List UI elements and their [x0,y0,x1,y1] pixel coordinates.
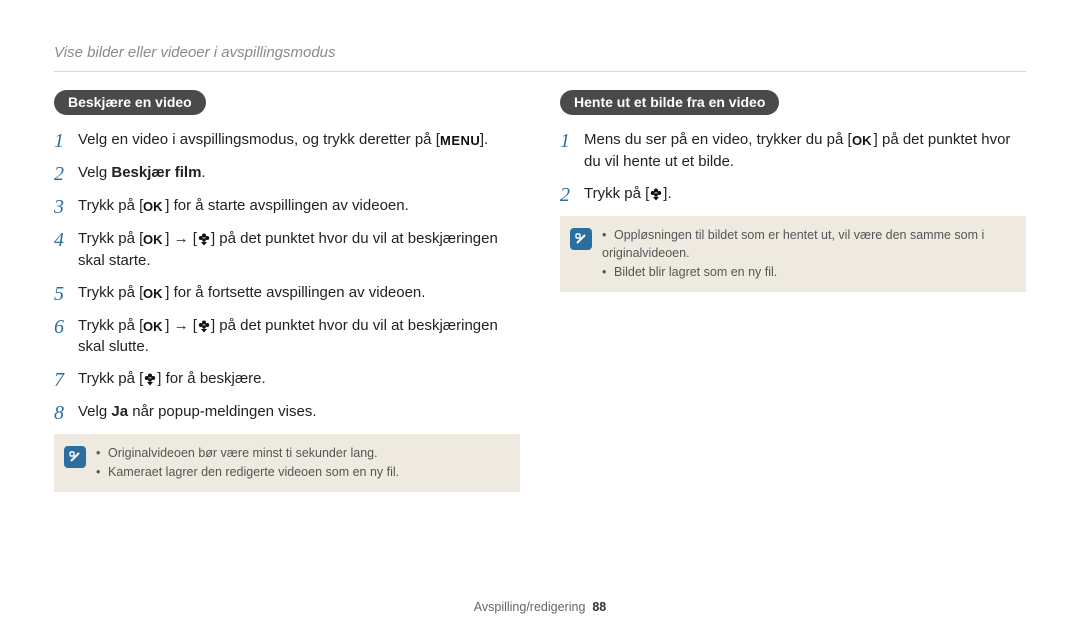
step-item: 3Trykk på [OK] for å starte avspillingen… [54,195,520,218]
ok-icon: OK [143,232,165,246]
svg-text:OK: OK [143,319,163,333]
step-body: Trykk på [OK] for å fortsette avspilling… [78,282,520,304]
step-number: 2 [54,162,78,185]
ok-icon: OK [852,133,874,147]
two-column-layout: Beskjære en video 1Velg en video i avspi… [54,90,1026,492]
step-item: 1Velg en video i avspillingsmodus, og tr… [54,129,520,152]
step-body: Mens du ser på en video, trykker du på [… [584,129,1026,173]
ok-icon: OK [143,286,165,300]
note-item: Originalvideoen bør være minst ti sekund… [96,444,399,463]
step-item: 1Mens du ser på en video, trykker du på … [560,129,1026,173]
page: Vise bilder eller videoer i avspillingsm… [0,0,1080,630]
right-column: Hente ut et bilde fra en video 1Mens du … [560,90,1026,492]
step-body: Trykk på []. [584,183,1026,205]
step-body: Velg Beskjær film. [78,162,520,184]
step-item: 5Trykk på [OK] for å fortsette avspillin… [54,282,520,305]
left-steps: 1Velg en video i avspillingsmodus, og tr… [54,129,520,424]
ok-icon: OK [143,199,165,213]
svg-text:OK: OK [143,199,163,213]
left-section-pill: Beskjære en video [54,90,206,115]
step-body: Trykk på [OK] → [] på det punktet hvor d… [78,315,520,359]
step-body: Trykk på [] for å beskjære. [78,368,520,390]
note-item: Bildet blir lagret som en ny fil. [602,263,1014,282]
step-number: 1 [560,129,584,152]
step-number: 1 [54,129,78,152]
note-item: Kameraet lagrer den redigerte videoen so… [96,463,399,482]
note-item: Oppløsningen til bildet som er hentet ut… [602,226,1014,264]
footer: Avspilling/redigering 88 [0,600,1080,614]
step-number: 6 [54,315,78,338]
step-bold: Ja [111,403,128,420]
flower-down-icon [143,372,157,386]
step-item: 2Velg Beskjær film. [54,162,520,185]
right-note-list: Oppløsningen til bildet som er hentet ut… [602,226,1014,282]
left-note-box: Originalvideoen bør være minst ti sekund… [54,434,520,492]
svg-text:OK: OK [143,286,163,300]
footer-page: 88 [592,600,606,614]
svg-text:MENU: MENU [440,133,480,147]
left-column: Beskjære en video 1Velg en video i avspi… [54,90,520,492]
header-rule [54,71,1026,72]
right-steps: 1Mens du ser på en video, trykker du på … [560,129,1026,206]
footer-section: Avspilling/redigering [474,600,586,614]
step-number: 2 [560,183,584,206]
step-body: Velg Ja når popup-meldingen vises. [78,401,520,423]
step-item: 7Trykk på [] for å beskjære. [54,368,520,391]
flower-down-icon [649,187,663,201]
step-item: 2Trykk på []. [560,183,1026,206]
step-number: 8 [54,401,78,424]
step-bold: Beskjær film [111,164,201,181]
note-info-icon [64,446,86,468]
note-info-icon [570,228,592,250]
right-note-box: Oppløsningen til bildet som er hentet ut… [560,216,1026,292]
step-number: 4 [54,228,78,251]
right-section-pill: Hente ut et bilde fra en video [560,90,779,115]
step-number: 5 [54,282,78,305]
svg-text:OK: OK [143,232,163,246]
step-body: Trykk på [OK] → [] på det punktet hvor d… [78,228,520,272]
step-item: 4Trykk på [OK] → [] på det punktet hvor … [54,228,520,272]
step-item: 6Trykk på [OK] → [] på det punktet hvor … [54,315,520,359]
flower-down-icon [197,319,211,333]
svg-text:OK: OK [852,133,872,147]
step-number: 3 [54,195,78,218]
step-item: 8Velg Ja når popup-meldingen vises. [54,401,520,424]
ok-icon: OK [143,319,165,333]
step-number: 7 [54,368,78,391]
menu-icon: MENU [440,133,480,147]
flower-down-icon [197,232,211,246]
step-body: Velg en video i avspillingsmodus, og try… [78,129,520,151]
breadcrumb: Vise bilder eller videoer i avspillingsm… [54,44,1026,61]
left-note-list: Originalvideoen bør være minst ti sekund… [96,444,399,482]
step-body: Trykk på [OK] for å starte avspillingen … [78,195,520,217]
